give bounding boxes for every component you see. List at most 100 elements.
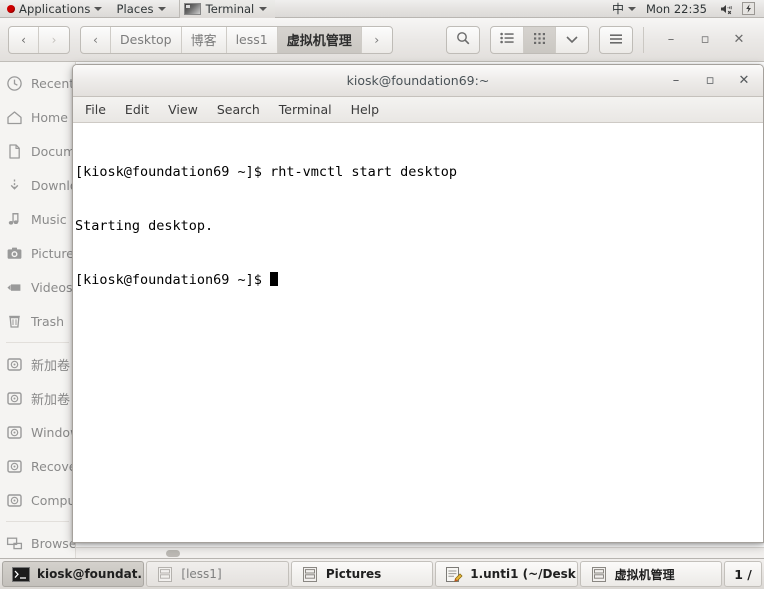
network-icon [6, 535, 23, 552]
terminal-close-button[interactable]: ✕ [727, 66, 761, 96]
taskbar-item-label: 虚拟机管理 [614, 567, 675, 582]
view-options-dropdown[interactable] [556, 27, 588, 53]
sidebar-item-label: 新加卷 [31, 358, 71, 374]
search-button[interactable] [446, 25, 480, 54]
sidebar-item-pictures[interactable]: Pictures [0, 236, 75, 270]
sidebar-item-documents[interactable]: Documents [0, 134, 75, 168]
applications-menu[interactable]: Applications [0, 0, 109, 18]
panel-status-area: 中 Mon 22:35 [610, 0, 764, 18]
drive-icon [6, 492, 23, 509]
sidebar-item-downloads[interactable]: Downloads [0, 168, 75, 202]
input-method-indicator[interactable]: 中 [610, 0, 626, 17]
drive-icon [6, 458, 23, 475]
horizontal-scrollbar[interactable] [76, 547, 764, 558]
breadcrumb-item-vm-management[interactable]: 虚拟机管理 [277, 26, 362, 53]
menu-help[interactable]: Help [351, 102, 380, 117]
window-preview-icon [183, 2, 201, 15]
back-button[interactable]: ‹ [9, 26, 39, 53]
terminal-prompt: [kiosk@foundation69 ~]$ [75, 272, 271, 288]
places-menu-label: Places [116, 1, 154, 16]
drive-icon [6, 390, 23, 407]
sidebar-item-computer[interactable]: Computer [0, 483, 75, 517]
sidebar-item-label: Recent [31, 75, 75, 91]
breadcrumb-next-button[interactable]: › [362, 27, 392, 53]
power-icon[interactable] [739, 2, 758, 15]
taskbar-item-vm-management[interactable]: 虚拟机管理 [579, 561, 723, 587]
sidebar-item-label: Downloads [31, 177, 75, 193]
menu-file[interactable]: File [85, 102, 106, 117]
download-icon [6, 177, 23, 194]
grid-view-button[interactable] [524, 26, 556, 53]
texteditor-icon [445, 566, 463, 582]
chevron-down-icon [259, 6, 268, 11]
search-icon [456, 30, 470, 49]
sidebar-item-windows[interactable]: Windows [0, 415, 75, 449]
terminal-cursor [270, 272, 279, 286]
sidebar-item-label: Recovery [31, 458, 76, 474]
terminal-maximize-button[interactable]: ▫ [693, 66, 727, 96]
fm-minimize-button[interactable]: – [654, 27, 688, 53]
sidebar-item-label: 新加卷 [31, 392, 71, 408]
sidebar-item-label: Computer [31, 492, 75, 508]
terminal-line: [kiosk@foundation69 ~]$ rht-vmctl start … [75, 164, 458, 180]
menu-view[interactable]: View [168, 102, 198, 117]
menu-terminal[interactable]: Terminal [279, 102, 332, 117]
breadcrumb-item-less1[interactable]: less1 [227, 26, 278, 53]
fedora-logo-icon [7, 4, 15, 13]
fm-close-button[interactable]: ✕ [722, 27, 756, 53]
files-icon [301, 566, 319, 582]
scrollbar-handle[interactable] [166, 550, 180, 557]
volume-muted-icon[interactable] [717, 3, 737, 15]
breadcrumb-prev-button[interactable]: ‹ [81, 26, 111, 53]
chevron-down-icon [94, 6, 103, 11]
sidebar-item-home[interactable]: Home [0, 100, 75, 134]
forward-button[interactable]: › [39, 27, 69, 53]
chevron-down-icon[interactable] [627, 6, 636, 11]
sidebar-item-music[interactable]: Music [0, 202, 75, 236]
terminal-titlebar[interactable]: kiosk@foundation69:~ – ▫ ✕ [73, 65, 763, 97]
taskbar-item-label: [less1] [181, 567, 222, 581]
menu-edit[interactable]: Edit [125, 102, 149, 117]
taskbar-item-label: kiosk@foundat... [37, 567, 145, 581]
terminal-window-controls: – ▫ ✕ [659, 66, 763, 96]
sidebar-divider [6, 342, 69, 343]
fm-maximize-button[interactable]: ▫ [688, 27, 722, 53]
sidebar-item-trash[interactable]: Trash [0, 304, 75, 338]
breadcrumb-item-desktop[interactable]: Desktop [111, 26, 182, 53]
taskbar-item-text-editor[interactable]: 1.unti1 (~/Desk... [435, 561, 578, 587]
window-list-button[interactable]: Terminal [178, 0, 276, 18]
taskbar-item-terminal[interactable]: kiosk@foundat... [2, 561, 145, 587]
places-menu[interactable]: Places [109, 0, 172, 18]
breadcrumb: ‹ Desktop 博客 less1 虚拟机管理 › [80, 25, 393, 54]
sidebar-item-recent[interactable]: Recent [0, 66, 75, 100]
breadcrumb-item-blog[interactable]: 博客 [182, 26, 227, 53]
files-icon [156, 566, 174, 582]
file-manager-sidebar: Recent Home Documents [0, 62, 76, 558]
grid-view-icon [533, 32, 546, 48]
taskbar-item-pictures[interactable]: Pictures [290, 561, 434, 587]
main-menu-button[interactable] [599, 25, 633, 54]
sidebar-item-browse-network[interactable]: Browse Network [0, 526, 75, 558]
taskbar-item-less1[interactable]: [less1] [146, 561, 289, 587]
sidebar-item-volume-2[interactable]: 新加卷 [0, 381, 75, 415]
clock-icon [6, 75, 23, 92]
drive-icon [6, 356, 23, 373]
sidebar-divider [6, 521, 69, 522]
desktop-screen: Applications Places Terminal 中 Mon 22:35 [0, 0, 764, 589]
menu-search[interactable]: Search [217, 102, 260, 117]
chevron-down-icon [565, 33, 579, 47]
chevron-down-icon [157, 6, 166, 11]
list-view-button[interactable] [491, 26, 524, 53]
sidebar-item-recovery[interactable]: Recovery [0, 449, 75, 483]
clock[interactable]: Mon 22:35 [638, 2, 715, 16]
terminal-minimize-button[interactable]: – [659, 66, 693, 96]
workspace-indicator[interactable]: 1 / [724, 561, 763, 587]
applications-menu-label: Applications [19, 1, 91, 16]
music-icon [6, 211, 23, 228]
window-list-label: Terminal [205, 1, 255, 16]
video-icon [6, 279, 23, 296]
terminal-menubar: File Edit View Search Terminal Help [73, 97, 763, 123]
terminal-screen[interactable]: [kiosk@foundation69 ~]$ rht-vmctl start … [73, 123, 763, 542]
sidebar-item-videos[interactable]: Videos [0, 270, 75, 304]
sidebar-item-volume-1[interactable]: 新加卷 [0, 347, 75, 381]
